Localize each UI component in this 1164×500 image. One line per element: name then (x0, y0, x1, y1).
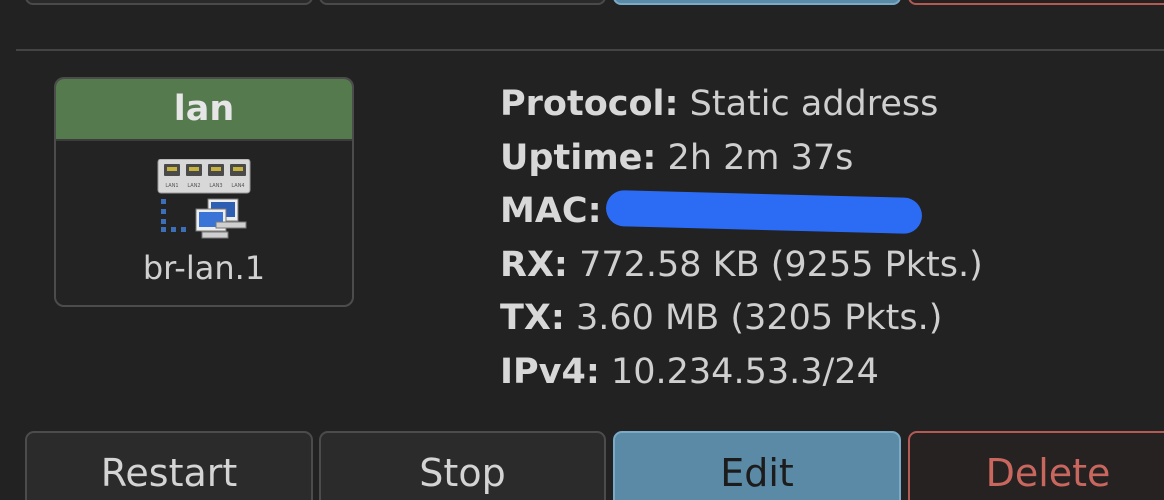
interface-status: Protocol: Static address Uptime: 2h 2m 3… (500, 78, 983, 399)
rx-value: 772.58 KB (9255 Pkts.) (579, 244, 983, 285)
port-label-3: LAN3 (209, 183, 222, 189)
ipv4-row: IPv4: 10.234.53.3/24 (500, 346, 983, 400)
ipv4-label: IPv4: (500, 351, 600, 392)
protocol-value: Static address (689, 84, 939, 124)
ipv4-value: 10.234.53.3/24 (610, 351, 879, 392)
ethernet-switch-icon: LAN1 LAN2 LAN3 LAN4 (157, 159, 251, 239)
interface-badge: lan LAN1 LAN2 LAN3 LAN4 br-lan.1 (54, 77, 354, 307)
rx-label: RX: (500, 244, 568, 285)
stop-button[interactable]: Stop (319, 431, 606, 500)
interface-device: br-lan.1 (142, 249, 266, 287)
rx-row: RX: 772.58 KB (9255 Pkts.) (500, 239, 983, 293)
mac-redaction (605, 189, 923, 235)
interface-name: lan (56, 79, 352, 141)
protocol-label: Protocol: (500, 84, 679, 124)
edit-button[interactable]: Edit (613, 431, 901, 500)
port-label-4: LAN4 (231, 183, 244, 189)
mac-row: MAC: 9 (500, 185, 983, 239)
tx-value: 3.60 MB (3205 Pkts.) (576, 298, 943, 338)
port-label-1: LAN1 (165, 183, 178, 189)
tx-row: TX: 3.60 MB (3205 Pkts.) (500, 292, 983, 346)
protocol-row: Protocol: Static address (500, 78, 983, 132)
tx-label: TX: (500, 298, 565, 338)
restart-button[interactable]: Restart (25, 431, 313, 500)
previous-delete-button[interactable] (908, 0, 1164, 5)
uptime-label: Uptime: (500, 137, 657, 178)
network-interface-panel: lan LAN1 LAN2 LAN3 LAN4 br-lan.1 Protoco… (0, 0, 1164, 500)
previous-restart-button[interactable] (25, 0, 313, 5)
uptime-row: Uptime: 2h 2m 37s (500, 132, 983, 186)
uptime-value: 2h 2m 37s (667, 137, 854, 178)
section-divider (16, 49, 1164, 51)
port-label-2: LAN2 (187, 183, 200, 189)
mac-label: MAC: (500, 191, 602, 231)
delete-button[interactable]: Delete (908, 431, 1164, 500)
previous-edit-button[interactable] (613, 0, 901, 5)
previous-stop-button[interactable] (319, 0, 606, 5)
